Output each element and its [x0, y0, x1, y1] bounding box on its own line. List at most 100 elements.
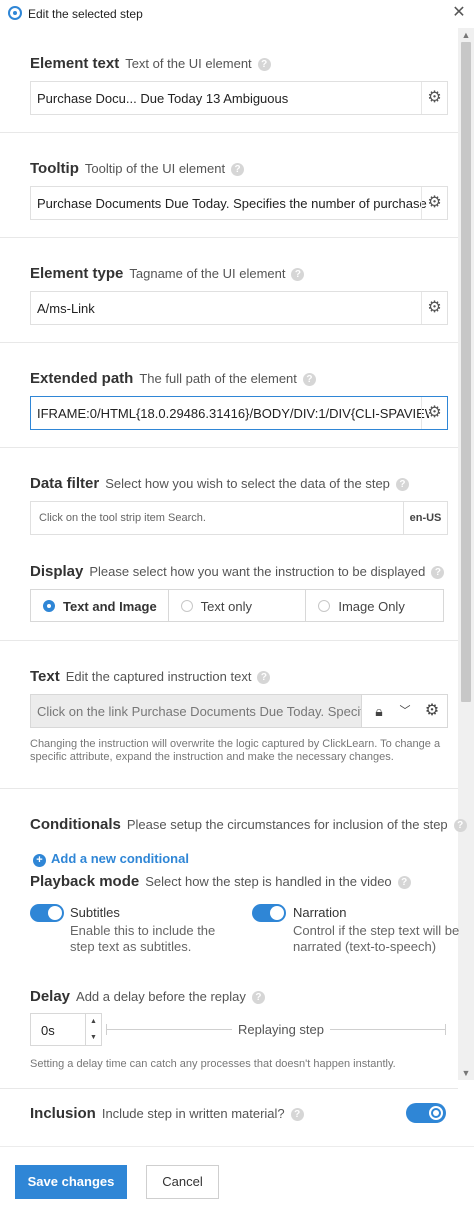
subtitles-toggle[interactable]: [30, 904, 64, 922]
scroll-down-arrow-icon[interactable]: ▼: [458, 1066, 474, 1080]
add-conditional-link[interactable]: + Add a new conditional: [33, 851, 189, 867]
element-text-desc: Text of the UI element: [125, 56, 252, 71]
element-type-label: Element type: [30, 265, 124, 282]
inclusion-heading: Inclusion Include step in written materia…: [30, 1105, 304, 1122]
language-selector[interactable]: en-US: [403, 502, 447, 534]
footer: Save changes Cancel: [0, 1146, 474, 1218]
delay-stepper[interactable]: 0s ▲ ▼: [30, 1013, 102, 1046]
radio-unselected-icon[interactable]: [318, 600, 331, 612]
scrollbar[interactable]: ▲ ▼: [458, 28, 474, 1080]
help-icon[interactable]: ?: [231, 163, 245, 176]
extended-path-field[interactable]: IFRAME:0/HTML{18.0.29486.31416}/BODY/DIV…: [30, 396, 448, 430]
desc-line: step text as subtitles.: [70, 939, 192, 954]
radio-label: Image Only: [338, 599, 405, 614]
delay-label: Delay: [30, 988, 71, 1005]
subtitles-desc: Enable this to include the step text as …: [70, 923, 215, 955]
window-title: Edit the selected step: [28, 7, 143, 21]
extended-path-label: Extended path: [30, 370, 134, 387]
text-label: Text: [30, 668, 60, 685]
note-line: specific attribute, expand the instructi…: [30, 751, 394, 763]
tooltip-field[interactable]: Purchase Documents Due Today. Specifies …: [30, 186, 448, 220]
instruction-text-value[interactable]: Click on the link Purchase Documents Due…: [37, 704, 363, 719]
increment-icon[interactable]: ▲: [86, 1014, 101, 1029]
help-icon[interactable]: ?: [257, 58, 271, 71]
data-filter-label: Data filter: [30, 475, 100, 492]
scrollbar-thumb[interactable]: [461, 42, 471, 702]
save-changes-button[interactable]: Save changes: [15, 1165, 127, 1199]
conditionals-label: Conditionals: [30, 816, 121, 833]
delay-note: Setting a delay time can catch any proce…: [30, 1058, 396, 1070]
lock-icon[interactable]: 🔒︎: [366, 695, 392, 727]
radio-image-only[interactable]: Image Only: [306, 590, 443, 621]
display-radio-group: Text and Image Text only Image Only: [30, 589, 444, 622]
element-type-value[interactable]: A/ms-Link: [37, 301, 427, 316]
conditionals-desc: Please setup the circumstances for inclu…: [126, 817, 448, 832]
help-icon[interactable]: ?: [431, 566, 445, 579]
scroll-up-arrow-icon[interactable]: ▲: [458, 28, 474, 42]
gear-icon[interactable]: ⚙: [421, 187, 447, 219]
gear-icon[interactable]: ⚙: [421, 292, 447, 324]
inclusion-toggle[interactable]: [406, 1103, 446, 1123]
decrement-icon[interactable]: ▼: [86, 1030, 101, 1045]
help-icon[interactable]: ?: [397, 876, 411, 889]
clicklearn-logo-icon: [8, 6, 22, 20]
data-filter-field[interactable]: Click on the tool strip item Search. en-…: [30, 501, 448, 535]
subtitles-label: Subtitles: [70, 905, 120, 920]
gear-icon[interactable]: ⚙: [421, 397, 447, 429]
extended-path-value[interactable]: IFRAME:0/HTML{18.0.29486.31416}/BODY/DIV…: [37, 406, 429, 421]
element-type-heading: Element type Tagname of the UI element?: [30, 265, 305, 282]
radio-selected-icon[interactable]: [43, 600, 55, 612]
tooltip-heading: Tooltip Tooltip of the UI element?: [30, 160, 245, 177]
radio-unselected-icon[interactable]: [180, 600, 193, 612]
plus-circle-icon[interactable]: +: [33, 854, 46, 867]
gear-icon[interactable]: ⚙: [421, 82, 447, 114]
inclusion-label: Inclusion: [30, 1105, 96, 1122]
eye-icon[interactable]: [429, 1106, 443, 1120]
tooltip-value[interactable]: Purchase Documents Due Today. Specifies …: [37, 196, 427, 211]
toggle-knob[interactable]: [48, 906, 62, 920]
chevron-down-icon[interactable]: ﹀: [392, 695, 418, 727]
note-line: Changing the instruction will overwrite …: [30, 738, 441, 750]
help-icon[interactable]: ?: [291, 268, 305, 281]
element-text-field[interactable]: Purchase Docu... Due Today 13 Ambiguous …: [30, 81, 448, 115]
delay-spin: ▲ ▼: [85, 1014, 101, 1045]
timeline-tick: [445, 1024, 446, 1035]
instruction-tools: 🔒︎ ﹀ ⚙: [361, 695, 447, 727]
delay-value[interactable]: 0s: [41, 1023, 55, 1038]
tooltip-desc: Tooltip of the UI element: [84, 161, 226, 176]
divider: [0, 640, 458, 641]
toggle-knob[interactable]: [270, 906, 284, 920]
instruction-text-field[interactable]: Click on the link Purchase Documents Due…: [30, 694, 448, 728]
help-icon[interactable]: ?: [302, 373, 316, 386]
help-icon[interactable]: ?: [290, 1108, 304, 1121]
close-icon[interactable]: ✕: [449, 2, 469, 24]
desc-line: Enable this to include the: [70, 923, 216, 938]
add-conditional-label[interactable]: Add a new conditional: [51, 851, 189, 866]
extended-path-desc: The full path of the element: [139, 371, 297, 386]
text-desc: Edit the captured instruction text: [65, 669, 252, 684]
playback-label: Playback mode: [30, 873, 140, 890]
cancel-button[interactable]: Cancel: [146, 1165, 219, 1199]
radio-text-only[interactable]: Text only: [169, 590, 307, 621]
help-icon[interactable]: ?: [251, 991, 265, 1004]
element-type-field[interactable]: A/ms-Link ⚙: [30, 291, 448, 325]
narration-toggle[interactable]: [252, 904, 286, 922]
gear-icon[interactable]: ⚙: [419, 695, 445, 727]
divider: [0, 1088, 458, 1089]
inclusion-desc: Include step in written material?: [101, 1106, 285, 1121]
element-text-heading: Element text Text of the UI element?: [30, 55, 271, 72]
element-text-value[interactable]: Purchase Docu... Due Today 13 Ambiguous: [37, 91, 427, 106]
desc-line: narrated (text-to-speech): [293, 939, 437, 954]
extended-path-heading: Extended path The full path of the elemen…: [30, 370, 316, 387]
timeline-tick: [106, 1024, 107, 1035]
help-icon[interactable]: ?: [395, 478, 409, 491]
display-label: Display: [30, 563, 84, 580]
divider: [0, 788, 458, 789]
delay-heading: Delay Add a delay before the replay?: [30, 988, 265, 1005]
narration-desc: Control if the step text will be narrate…: [293, 923, 459, 955]
help-icon[interactable]: ?: [453, 819, 467, 832]
data-filter-value[interactable]: Click on the tool strip item Search.: [39, 512, 206, 524]
help-icon[interactable]: ?: [257, 671, 271, 684]
radio-text-and-image[interactable]: Text and Image: [31, 590, 169, 621]
radio-label: Text only: [200, 599, 252, 614]
